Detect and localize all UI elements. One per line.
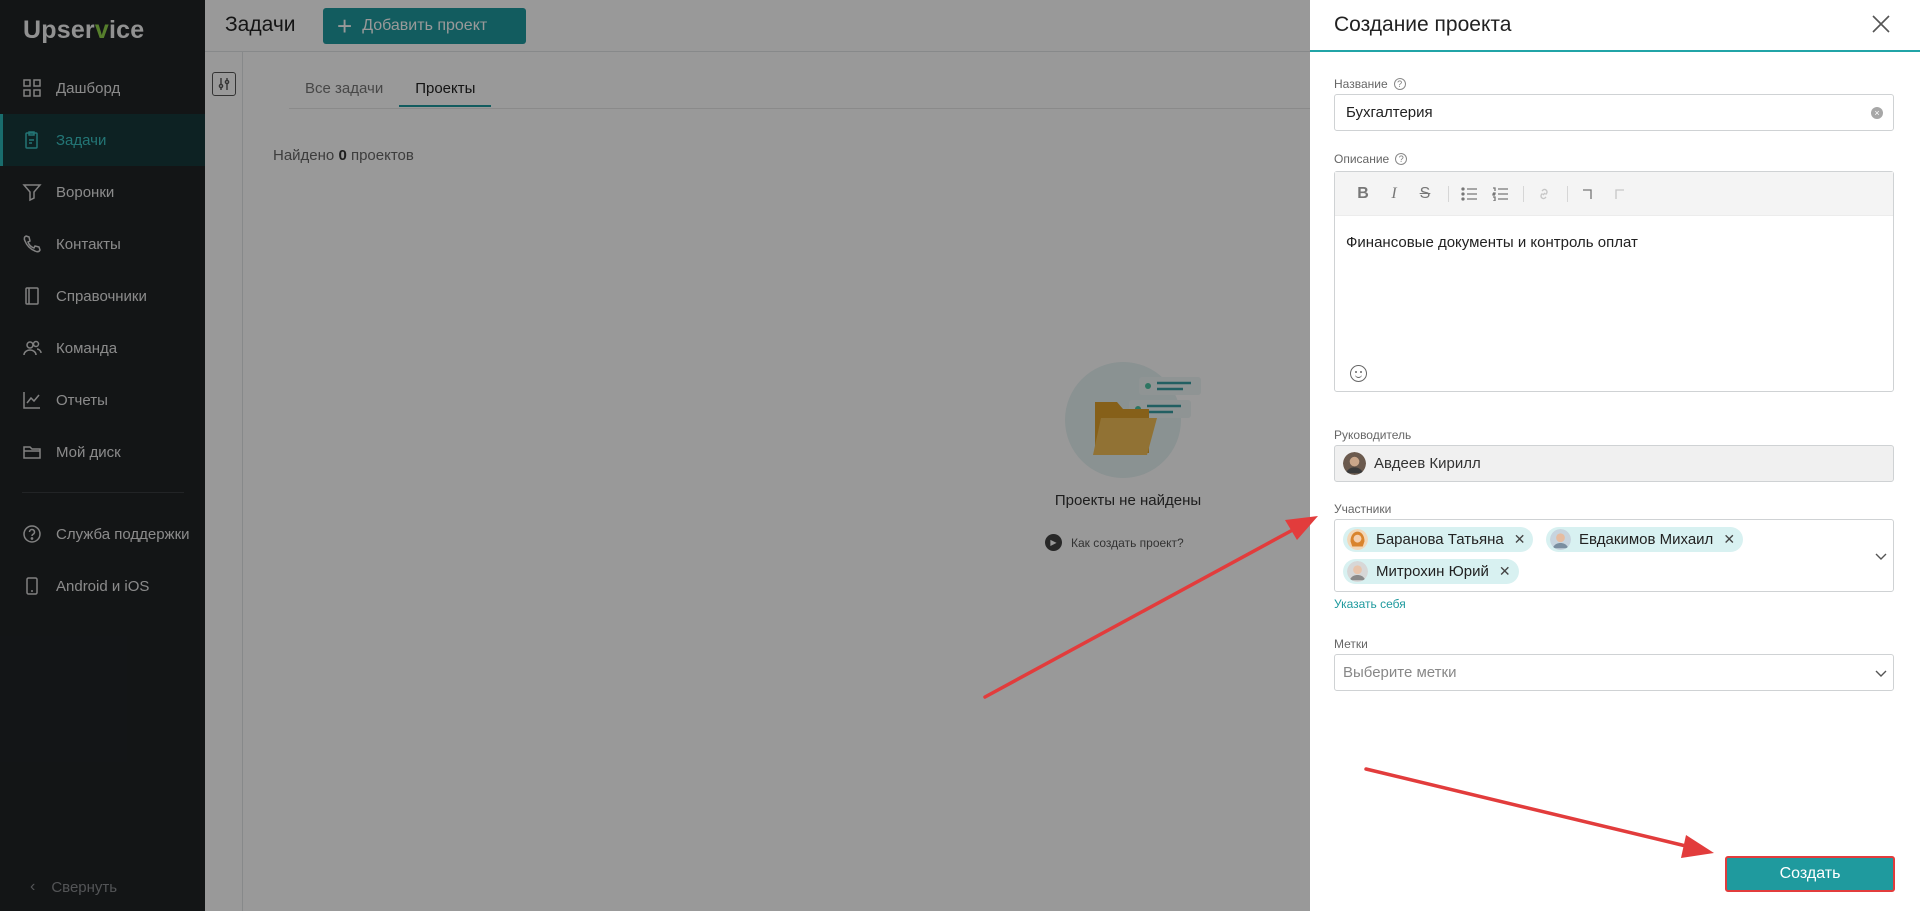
link-icon[interactable]	[1530, 180, 1558, 208]
description-editor[interactable]: B I S Финансовые документы и контроль оп…	[1334, 171, 1894, 392]
assign-self-link[interactable]: Указать себя	[1334, 597, 1406, 611]
redo-icon[interactable]	[1605, 180, 1633, 208]
numbered-list-icon[interactable]	[1486, 180, 1514, 208]
description-label-text: Описание	[1334, 152, 1390, 166]
bullet-list-icon[interactable]	[1455, 180, 1483, 208]
participant-chip: Баранова Татьяна ✕	[1343, 527, 1534, 552]
clear-icon[interactable]: ×	[1871, 107, 1883, 119]
help-icon[interactable]: ?	[1395, 153, 1408, 165]
chevron-down-icon[interactable]	[1874, 666, 1888, 680]
help-icon[interactable]: ?	[1393, 78, 1406, 90]
remove-participant-icon[interactable]: ✕	[1723, 531, 1735, 548]
tags-select[interactable]: Выберите метки	[1334, 654, 1894, 691]
drawer-title: Создание проекта	[1334, 13, 1512, 36]
avatar	[1550, 529, 1571, 550]
avatar	[1347, 529, 1368, 550]
avatar	[1347, 561, 1368, 582]
manager-field: Авдеев Кирилл	[1334, 445, 1894, 482]
remove-participant-icon[interactable]: ✕	[1499, 563, 1511, 580]
participant-name: Митрохин Юрий	[1376, 563, 1489, 580]
create-project-drawer: Создание проекта Название? Бухгалтерия ×…	[1310, 0, 1920, 911]
close-icon[interactable]	[1869, 12, 1893, 36]
participant-chip: Евдакимов Михаил ✕	[1546, 527, 1744, 552]
project-name-input[interactable]: Бухгалтерия ×	[1334, 94, 1894, 131]
description-text: Финансовые документы и контроль оплат	[1346, 234, 1638, 251]
tags-placeholder: Выберите метки	[1343, 664, 1457, 681]
participants-select[interactable]: Баранова Татьяна ✕ Евдакимов Михаил ✕ Ми…	[1334, 519, 1894, 592]
project-name-value: Бухгалтерия	[1346, 104, 1433, 121]
modal-backdrop[interactable]	[0, 0, 1310, 911]
chevron-down-icon[interactable]	[1874, 549, 1888, 563]
toolbar-divider	[1567, 185, 1568, 202]
strikethrough-icon[interactable]: S	[1411, 180, 1439, 208]
avatar	[1343, 452, 1366, 475]
italic-icon[interactable]: I	[1380, 180, 1408, 208]
participant-name: Баранова Татьяна	[1376, 531, 1504, 548]
description-label: Описание?	[1334, 152, 1408, 166]
editor-toolbar: B I S	[1335, 172, 1893, 216]
toolbar-divider	[1448, 185, 1449, 202]
create-project-button[interactable]: Создать	[1725, 856, 1895, 892]
bold-icon[interactable]: B	[1349, 180, 1377, 208]
participant-name: Евдакимов Михаил	[1579, 531, 1714, 548]
tags-label: Метки	[1334, 637, 1368, 651]
name-label: Название?	[1334, 77, 1406, 91]
participant-chip: Митрохин Юрий ✕	[1343, 559, 1519, 584]
participants-label: Участники	[1334, 502, 1392, 516]
name-label-text: Название	[1334, 77, 1388, 91]
undo-icon[interactable]	[1574, 180, 1602, 208]
emoji-icon[interactable]	[1350, 365, 1367, 382]
toolbar-divider	[1523, 185, 1524, 202]
remove-participant-icon[interactable]: ✕	[1514, 531, 1526, 548]
manager-value: Авдеев Кирилл	[1374, 455, 1481, 472]
drawer-header: Создание проекта	[1310, 0, 1920, 52]
manager-label: Руководитель	[1334, 428, 1412, 442]
